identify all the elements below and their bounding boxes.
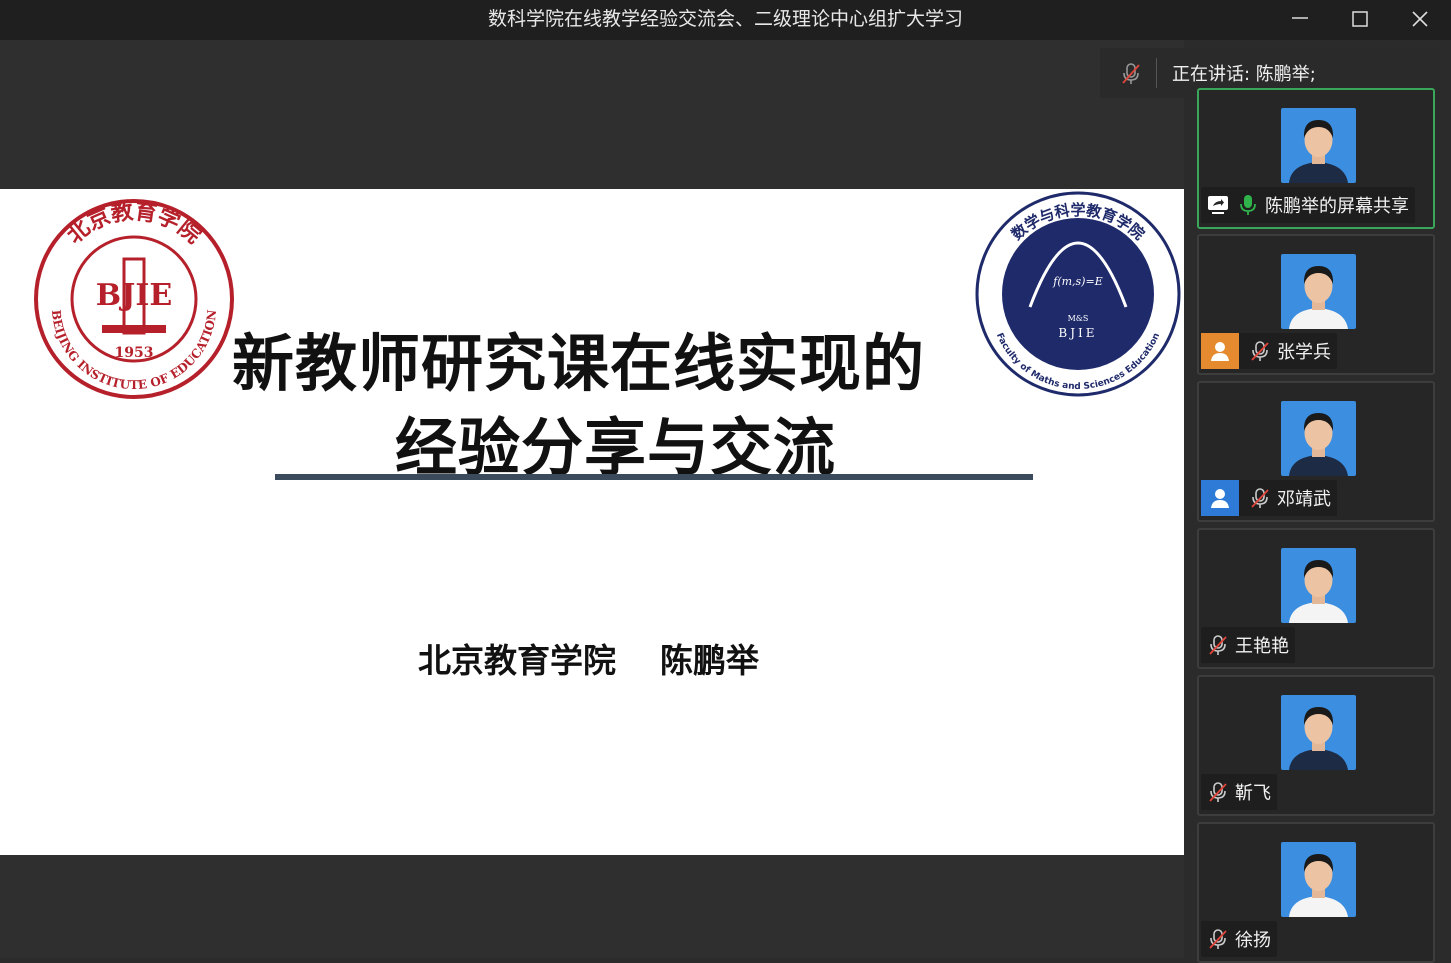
minimize-icon	[1292, 17, 1308, 19]
participant-avatar	[1281, 548, 1356, 623]
maximize-button[interactable]	[1330, 0, 1390, 40]
participant-tile[interactable]: 陈鹏举的屏幕共享	[1197, 88, 1435, 229]
participant-avatar	[1281, 842, 1356, 917]
participant-tile[interactable]: 张学兵	[1197, 234, 1435, 375]
participant-label-bar: 徐扬	[1201, 921, 1277, 957]
person-icon	[1211, 342, 1229, 361]
person-icon	[1211, 489, 1229, 508]
presentation-slide: 北京教育学院 BEIJING INSTITUTE OF EDUCATION BJ…	[0, 189, 1184, 855]
mic-off-icon[interactable]	[1208, 781, 1228, 803]
title-underline	[275, 474, 1033, 480]
close-icon	[1412, 11, 1428, 27]
screen-share-icon	[1208, 196, 1228, 214]
participant-mic[interactable]	[1247, 340, 1273, 362]
close-button[interactable]	[1390, 0, 1450, 40]
mic-off-icon[interactable]	[1208, 928, 1228, 950]
svg-text:BJIE: BJIE	[96, 278, 172, 313]
slide-title-line-1: 新教师研究课在线实现的	[232, 327, 926, 400]
participant-name: 靳飞	[1235, 783, 1271, 804]
participant-mic[interactable]	[1205, 781, 1231, 803]
mic-off-icon[interactable]	[1250, 487, 1270, 509]
participant-label-bar: 陈鹏举的屏幕共享	[1201, 187, 1415, 223]
svg-text:BJIE: BJIE	[1058, 326, 1097, 340]
speaking-divider	[1156, 58, 1157, 88]
participant-name: 陈鹏举的屏幕共享	[1265, 196, 1409, 217]
participant-mic[interactable]	[1235, 194, 1261, 216]
participant-tile[interactable]: 邓靖武	[1197, 381, 1435, 522]
presenter-institution: 北京教育学院	[418, 641, 616, 680]
participant-mic[interactable]	[1205, 928, 1231, 950]
participant-tile[interactable]: 王艳艳	[1197, 528, 1435, 669]
svg-text:f(m,s)=E: f(m,s)=E	[1052, 275, 1102, 288]
minimize-button[interactable]	[1270, 0, 1330, 40]
participant-name: 王艳艳	[1235, 636, 1289, 657]
participant-avatar	[1281, 108, 1356, 183]
participant-avatar	[1281, 401, 1356, 476]
participant-badge	[1201, 333, 1239, 369]
participant-mic[interactable]	[1247, 487, 1273, 509]
svg-text:M&S: M&S	[1068, 314, 1089, 323]
participant-label-bar: 邓靖武	[1201, 480, 1337, 516]
participant-badge	[1201, 480, 1239, 516]
svg-text:1953: 1953	[115, 345, 154, 361]
participant-label-bar: 王艳艳	[1201, 627, 1295, 663]
speaking-label: 正在讲话: 陈鹏举;	[1172, 64, 1316, 85]
participant-name: 邓靖武	[1277, 489, 1331, 510]
participant-tile[interactable]: 靳飞	[1197, 675, 1435, 816]
mic-on-icon[interactable]	[1238, 194, 1258, 216]
participant-avatar	[1281, 254, 1356, 329]
presenter-name: 陈鹏举	[660, 641, 759, 680]
mic-off-icon[interactable]	[1120, 62, 1142, 86]
maximize-icon	[1352, 11, 1368, 27]
participant-label-bar: 张学兵	[1201, 333, 1337, 369]
participant-name: 张学兵	[1277, 342, 1331, 363]
participant-mic[interactable]	[1205, 634, 1231, 656]
screen-share-indicator	[1205, 195, 1231, 215]
participant-name: 徐扬	[1235, 930, 1271, 951]
mic-off-icon[interactable]	[1250, 340, 1270, 362]
mic-off-icon[interactable]	[1208, 634, 1228, 656]
svg-text:北京教育学院: 北京教育学院	[62, 198, 206, 249]
participant-label-bar: 靳飞	[1201, 774, 1277, 810]
window-title: 数科学院在线教学经验交流会、二级理论中心组扩大学习	[487, 8, 963, 30]
title-bar: 数科学院在线教学经验交流会、二级理论中心组扩大学习	[0, 0, 1451, 40]
participant-avatar	[1281, 695, 1356, 770]
participant-tile[interactable]: 徐扬	[1197, 822, 1435, 963]
bjie-logo: 北京教育学院 BEIJING INSTITUTE OF EDUCATION BJ…	[34, 198, 234, 399]
